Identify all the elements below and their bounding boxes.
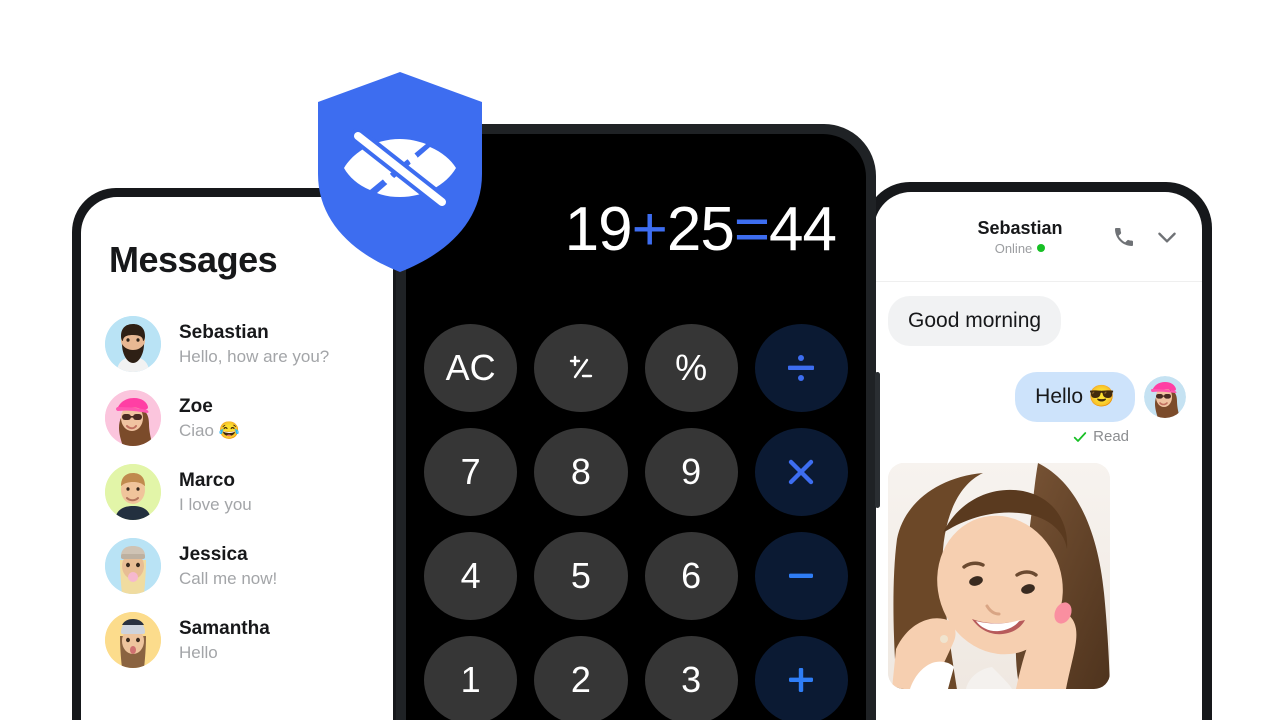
privacy-shield-badge <box>318 72 482 272</box>
key-plus[interactable] <box>754 636 848 720</box>
divide-icon <box>788 355 815 381</box>
chat-header-actions <box>1112 224 1180 250</box>
key-6[interactable]: 6 <box>644 532 738 620</box>
list-item[interactable]: Marco I love you <box>81 455 393 529</box>
key-2[interactable]: 2 <box>534 636 628 720</box>
list-item[interactable]: Zoe Ciao 😂 <box>81 381 393 455</box>
plus-icon <box>789 668 814 692</box>
key-plus-minus[interactable] <box>534 324 628 412</box>
message-preview: Hello <box>179 642 218 662</box>
eye-off-shield-icon <box>318 72 482 272</box>
display-operand-a: 19 <box>564 194 633 264</box>
right-phone-screen: Sebastian Online Good morning Hello 😎 Re… <box>874 192 1202 720</box>
list-item-text: Marco I love you <box>179 470 252 515</box>
contact-name: Sebastian <box>179 321 269 343</box>
display-operand-b: 25 <box>666 194 735 264</box>
avatar-marco <box>105 464 161 520</box>
avatar-zoe <box>105 390 161 446</box>
message-preview: I love you <box>179 494 252 514</box>
read-receipt-label: Read <box>1093 428 1129 445</box>
avatar-jessica <box>105 538 161 594</box>
contact-name: Marco <box>179 469 235 491</box>
display-equals: = <box>733 194 770 264</box>
check-icon <box>1073 431 1087 442</box>
conversation-list: Sebastian Hello, how are you? Zoe Ciao 😂… <box>81 307 393 677</box>
contact-name: Jessica <box>179 543 248 565</box>
list-item-text: Zoe Ciao 😂 <box>179 396 240 441</box>
phone-side-button[interactable] <box>875 372 880 508</box>
avatar-sebastian <box>105 316 161 372</box>
display-operator: + <box>631 194 668 264</box>
key-5[interactable]: 5 <box>534 532 628 620</box>
chat-header: Sebastian Online <box>874 192 1202 282</box>
photo-message[interactable] <box>888 463 1110 689</box>
key-4[interactable]: 4 <box>424 532 518 620</box>
avatar-samantha <box>105 612 161 668</box>
chat-status: Online <box>928 241 1112 256</box>
contact-name: Samantha <box>179 617 270 639</box>
message-bubble-outgoing[interactable]: Hello 😎 <box>1015 372 1135 422</box>
list-item[interactable]: Sebastian Hello, how are you? <box>81 307 393 381</box>
message-row-incoming: Good morning <box>888 296 1186 346</box>
left-phone-screen: Messages Sebastian Hello, how are you? Z… <box>81 197 393 720</box>
chat-contact-name: Sebastian <box>977 217 1063 238</box>
calculator-keypad: AC % 7 8 9 4 5 6 1 2 3 <box>406 324 866 720</box>
key-multiply[interactable] <box>754 428 848 516</box>
key-8[interactable]: 8 <box>534 428 628 516</box>
list-item-text: Sebastian Hello, how are you? <box>179 322 329 367</box>
key-divide[interactable] <box>754 324 848 412</box>
display-result: 44 <box>769 194 837 264</box>
message-bubble-incoming[interactable]: Good morning <box>888 296 1062 346</box>
key-percent[interactable]: % <box>644 324 738 412</box>
avatar <box>1144 376 1186 418</box>
chevron-down-icon[interactable] <box>1154 224 1180 250</box>
chat-status-label: Online <box>994 240 1033 256</box>
right-phone-frame: Sebastian Online Good morning Hello 😎 Re… <box>864 182 1212 720</box>
chat-header-center: Sebastian Online <box>874 218 1112 256</box>
contact-name: Zoe <box>179 395 213 417</box>
message-preview: Call me now! <box>179 568 278 588</box>
online-dot-icon <box>1037 244 1046 252</box>
plus-minus-icon <box>569 355 593 379</box>
key-9[interactable]: 9 <box>644 428 738 516</box>
chat-message-list: Good morning Hello 😎 Read <box>874 282 1202 689</box>
key-minus[interactable] <box>754 532 848 620</box>
phone-icon[interactable] <box>1112 225 1136 249</box>
message-row-outgoing: Hello 😎 <box>888 372 1186 422</box>
list-item-text: Jessica Call me now! <box>179 544 277 589</box>
key-7[interactable]: 7 <box>424 428 518 516</box>
message-preview: Ciao 😂 <box>179 420 240 440</box>
key-3[interactable]: 3 <box>644 636 738 720</box>
key-1[interactable]: 1 <box>424 636 518 720</box>
read-receipt: Read <box>888 428 1129 445</box>
message-preview: Hello, how are you? <box>179 346 330 366</box>
multiply-icon <box>789 459 814 485</box>
scene: Messages Sebastian Hello, how are you? Z… <box>0 0 1280 720</box>
list-item[interactable]: Jessica Call me now! <box>81 529 393 603</box>
list-item[interactable]: Samantha Hello <box>81 603 393 677</box>
minus-icon <box>789 573 814 578</box>
list-item-text: Samantha Hello <box>179 618 270 663</box>
key-all-clear[interactable]: AC <box>424 324 518 412</box>
